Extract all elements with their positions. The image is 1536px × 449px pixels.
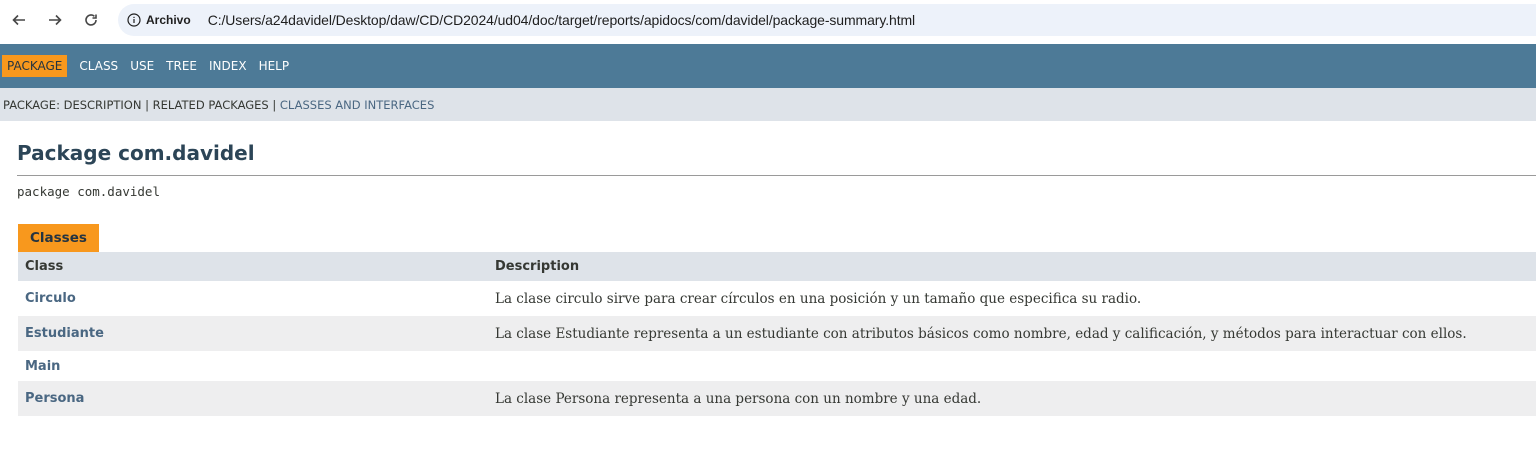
- forward-button[interactable]: [37, 0, 73, 40]
- classes-caption: Classes: [18, 224, 99, 252]
- class-description: La clase Persona representa a una person…: [495, 390, 982, 407]
- sub-navigation: PACKAGE: DESCRIPTION | RELATED PACKAGES …: [0, 88, 1536, 121]
- classes-and-interfaces-link[interactable]: CLASSES AND INTERFACES: [280, 98, 434, 112]
- header-description: Description: [495, 259, 580, 274]
- reload-button[interactable]: [73, 0, 109, 40]
- nav-package: PACKAGE: [2, 55, 68, 77]
- browser-toolbar: Archivo C:/Users/a24davidel/Desktop/daw/…: [0, 0, 1536, 40]
- reload-icon: [85, 14, 97, 26]
- arrow-right-icon: [49, 14, 62, 26]
- table-row: Main: [18, 351, 1536, 381]
- nav-class[interactable]: CLASS: [79, 59, 118, 73]
- sub-nav-prefix: PACKAGE: DESCRIPTION | RELATED PACKAGES …: [3, 97, 280, 112]
- scheme-label[interactable]: Archivo: [146, 13, 191, 27]
- table-row: Estudiante La clase Estudiante represent…: [18, 316, 1536, 351]
- back-button[interactable]: [1, 0, 37, 40]
- url-text[interactable]: C:/Users/a24davidel/Desktop/daw/CD/CD202…: [208, 12, 915, 28]
- class-description: La clase Estudiante representa a un estu…: [495, 325, 1467, 342]
- address-bar[interactable]: Archivo C:/Users/a24davidel/Desktop/daw/…: [118, 4, 1536, 36]
- class-link-main[interactable]: Main: [18, 359, 488, 374]
- package-declaration: package com.davidel: [17, 184, 160, 199]
- table-row: Persona La clase Persona representa a un…: [18, 381, 1536, 416]
- info-icon[interactable]: [127, 13, 141, 27]
- nav-use[interactable]: USE: [130, 59, 154, 73]
- class-link-estudiante[interactable]: Estudiante: [18, 326, 488, 341]
- table-row: Circulo La clase circulo sirve para crea…: [18, 281, 1536, 316]
- class-link-persona[interactable]: Persona: [18, 391, 488, 406]
- classes-table: Class Description Circulo La clase circu…: [18, 252, 1536, 416]
- title-divider: [17, 175, 1536, 176]
- arrow-left-icon: [12, 14, 25, 26]
- class-description: La clase circulo sirve para crear círcul…: [495, 290, 1142, 307]
- top-navigation: PACKAGE CLASS USE TREE INDEX HELP: [0, 44, 1536, 88]
- table-header-row: Class Description: [18, 252, 1536, 281]
- nav-tree[interactable]: TREE: [166, 59, 197, 73]
- nav-help[interactable]: HELP: [259, 59, 290, 73]
- page-title: Package com.davidel: [17, 141, 255, 165]
- header-class: Class: [25, 259, 64, 274]
- class-link-circulo[interactable]: Circulo: [18, 291, 488, 306]
- nav-index[interactable]: INDEX: [209, 59, 247, 73]
